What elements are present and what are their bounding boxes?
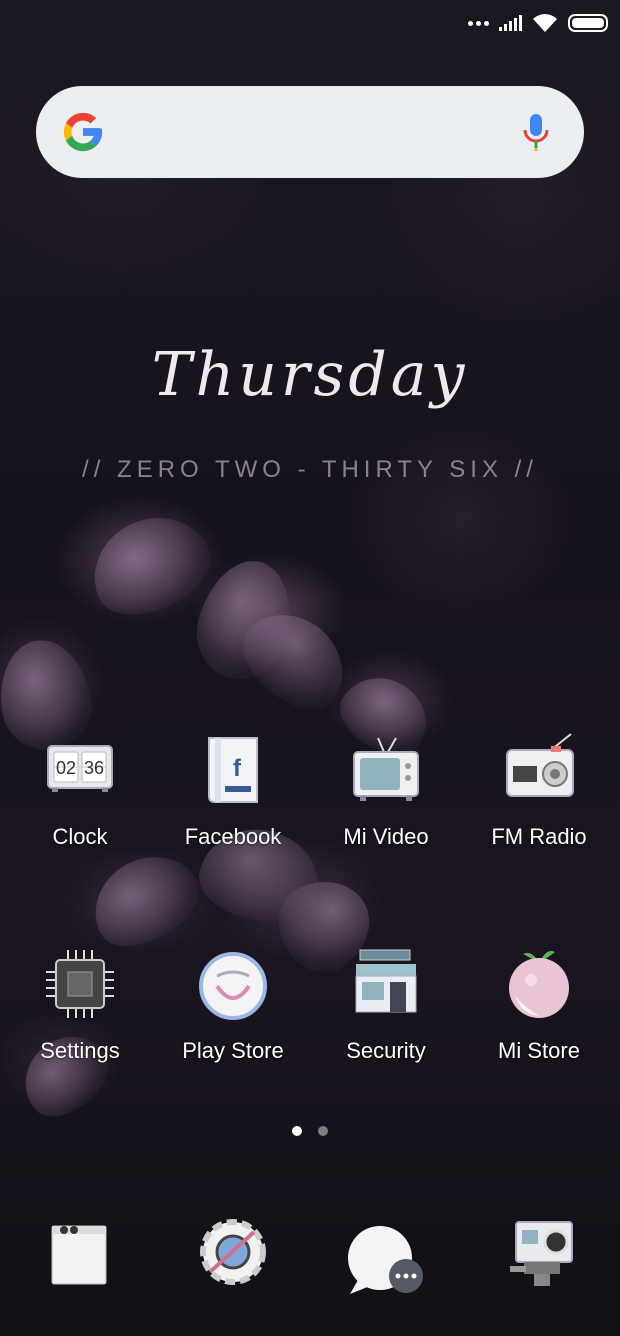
page-dot[interactable] [318, 1126, 328, 1136]
clock-icon: 02 36 [42, 732, 118, 808]
app-facebook[interactable]: f Facebook [158, 732, 308, 850]
peach-icon [501, 946, 577, 1022]
chip-icon [42, 946, 118, 1022]
app-fm-radio[interactable]: FM Radio [464, 732, 614, 850]
camera-icon [510, 1221, 573, 1286]
app-label: Clock [52, 824, 108, 849]
smile-bag-icon [195, 946, 271, 1022]
page-indicator[interactable] [292, 1126, 328, 1136]
clock-hour: 02 [56, 758, 76, 778]
app-clock[interactable]: 02 36 Clock [5, 732, 155, 850]
clock-minute: 36 [84, 758, 104, 778]
app-mi-video[interactable]: Mi Video [311, 732, 461, 850]
svg-text:f: f [233, 755, 242, 782]
dock-app-browser[interactable] [188, 1208, 278, 1298]
tv-icon [348, 732, 424, 808]
building-icon [348, 946, 424, 1022]
wifi-icon [533, 14, 557, 32]
app-settings[interactable]: Settings [5, 946, 155, 1064]
app-label: Mi Store [498, 1038, 580, 1063]
dock-app-camera[interactable] [494, 1208, 584, 1298]
microphone-icon[interactable] [522, 112, 550, 152]
browser-icon [200, 1219, 266, 1285]
more-dots-icon [468, 20, 489, 26]
app-label: Security [346, 1038, 426, 1063]
dock-app-messages[interactable] [340, 1218, 430, 1308]
app-label: Play Store [182, 1038, 284, 1063]
search-input[interactable] [146, 112, 494, 152]
app-label: Settings [40, 1038, 120, 1063]
status-bar [468, 10, 608, 36]
google-logo-icon[interactable] [60, 109, 106, 155]
search-bar[interactable] [36, 86, 584, 178]
app-label: Mi Video [343, 824, 429, 849]
battery-icon [568, 14, 608, 32]
app-play-store[interactable]: Play Store [158, 946, 308, 1064]
day-label[interactable]: Thursday [0, 340, 620, 410]
messages-icon [348, 1226, 423, 1294]
app-label: FM Radio [491, 824, 587, 849]
facebook-icon: f [195, 732, 271, 808]
signal-icon [499, 15, 522, 31]
app-mi-store[interactable]: Mi Store [464, 946, 614, 1064]
page-dot-active[interactable] [292, 1126, 302, 1136]
app-security[interactable]: Security [311, 946, 461, 1064]
radio-icon [501, 732, 577, 808]
phone-icon [51, 1225, 107, 1285]
app-label: Facebook [184, 824, 282, 849]
time-label[interactable]: // ZERO TWO - THIRTY SIX // [0, 456, 620, 484]
dock-app-phone[interactable] [36, 1208, 126, 1298]
